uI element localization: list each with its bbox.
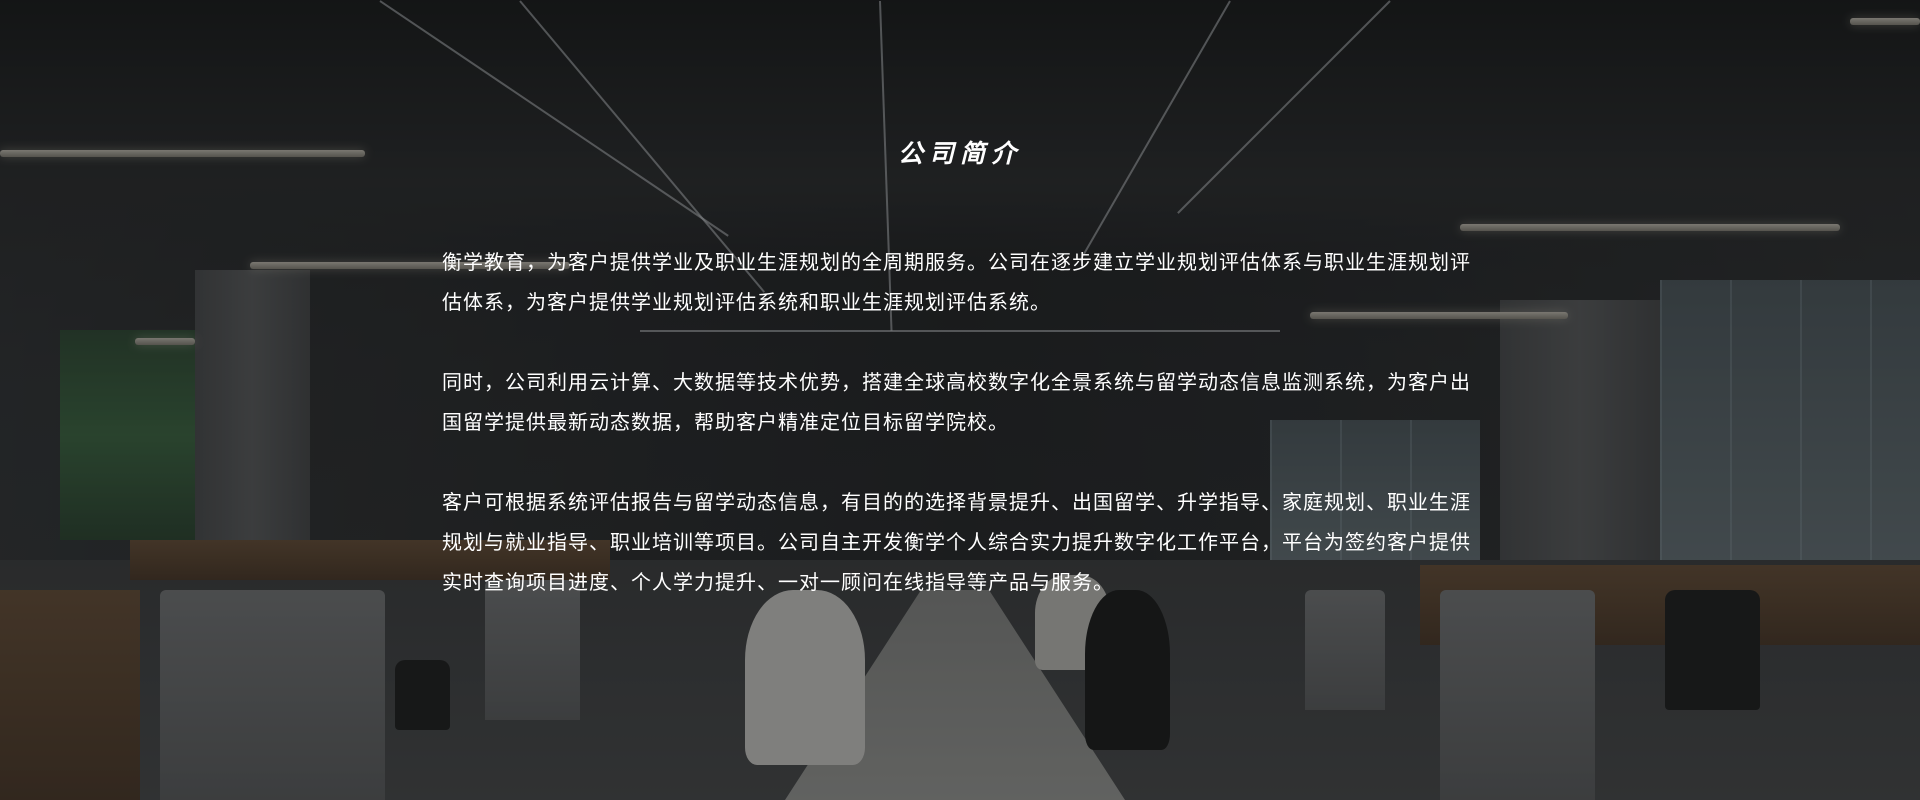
section-title: 公司简介: [897, 139, 1022, 168]
intro-paragraph: 衡学教育，为客户提供学业及职业生涯规划的全周期服务。公司在逐步建立学业规划评估体…: [442, 250, 1471, 314]
intro-paragraph: 客户可根据系统评估报告与留学动态信息，有目的的选择背景提升、出国留学、升学指导、…: [442, 490, 1471, 594]
company-intro-section: 公司简介 衡学教育，为客户提供学业及职业生涯规划的全周期服务。公司在逐步建立学业…: [0, 0, 1920, 800]
content: 公司简介 衡学教育，为客户提供学业及职业生涯规划的全周期服务。公司在逐步建立学业…: [0, 0, 1920, 800]
intro-paragraph: 同时，公司利用云计算、大数据等技术优势，搭建全球高校数字化全景系统与留学动态信息…: [442, 370, 1471, 434]
